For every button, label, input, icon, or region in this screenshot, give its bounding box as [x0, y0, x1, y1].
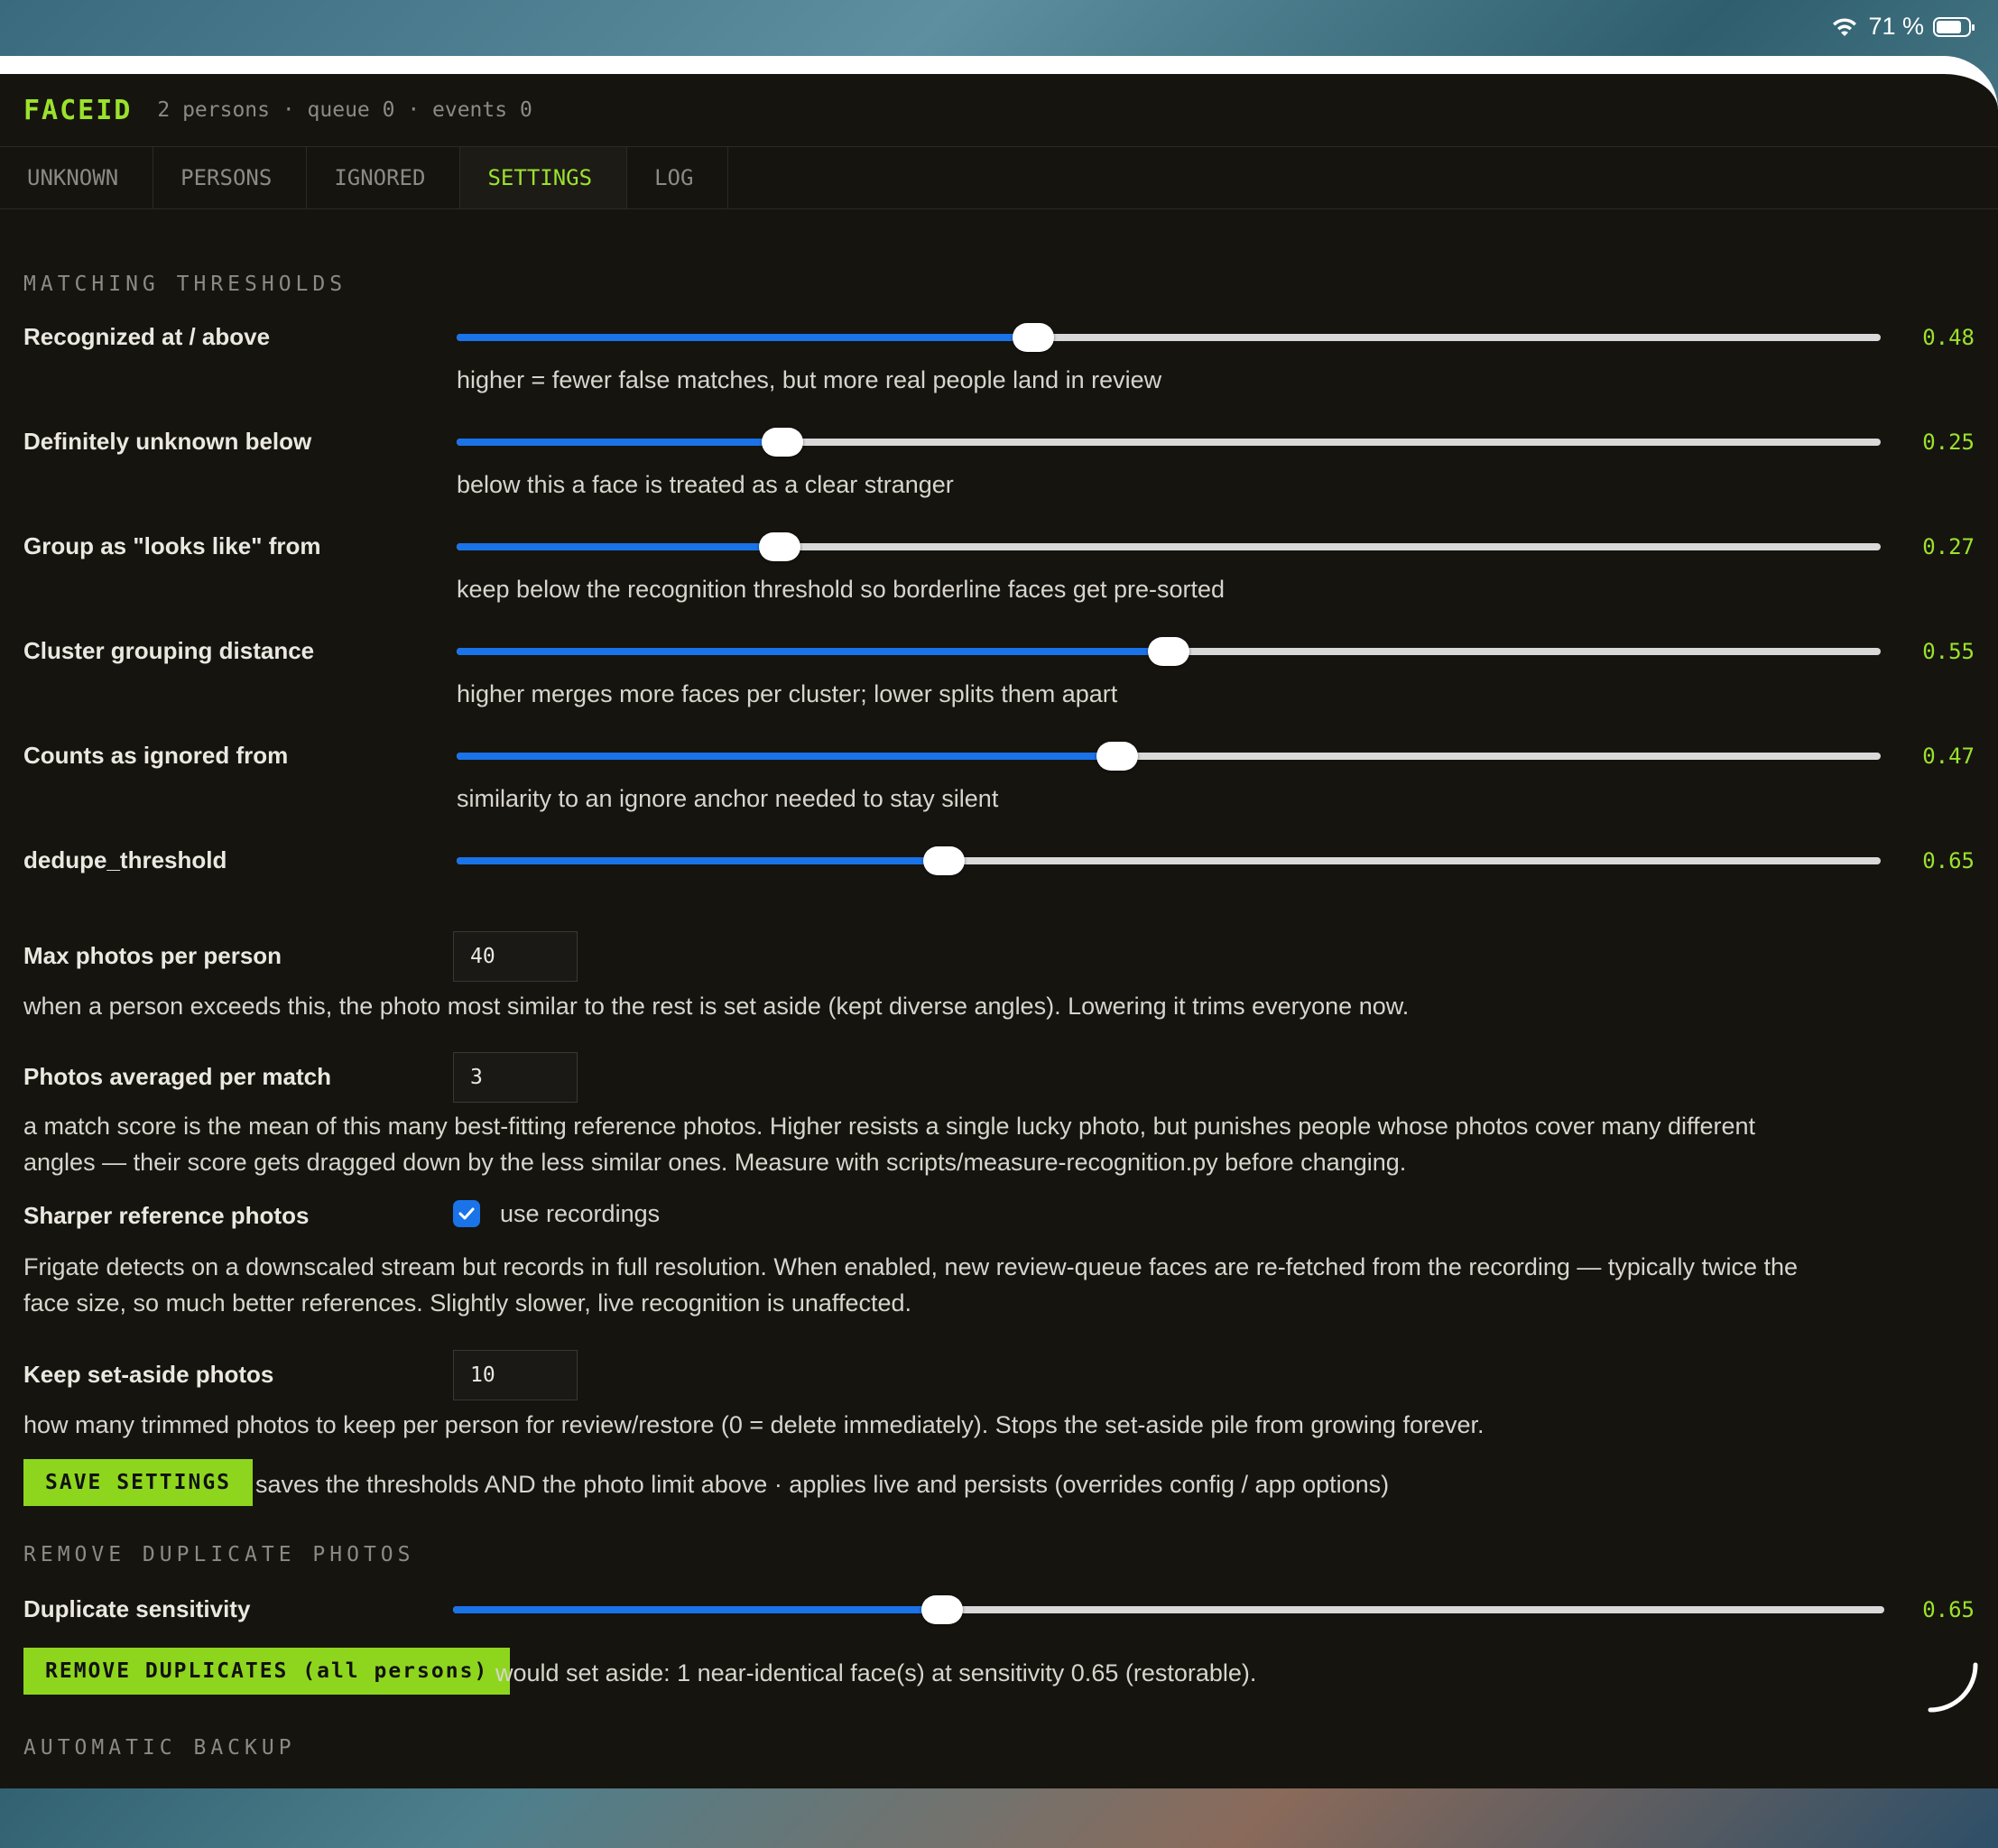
tab-ignored[interactable]: IGNORED: [307, 147, 461, 208]
keep-aside-help: how many trimmed photos to keep per pers…: [23, 1411, 1485, 1438]
app-window: FACEID 2 persons · queue 0 · events 0 UN…: [0, 56, 1998, 1788]
duplicate-sensitivity-value: 0.65: [1922, 1597, 1975, 1622]
tab-log[interactable]: LOG: [627, 147, 729, 208]
max-photos-label: Max photos per person: [23, 942, 282, 969]
duplicate-sensitivity-label: Duplicate sensitivity: [23, 1595, 251, 1622]
remove-duplicates-button[interactable]: REMOVE DUPLICATES (all persons): [23, 1648, 511, 1695]
photos-avg-help-2: angles — their score gets dragged down b…: [23, 1149, 1407, 1176]
wallpaper-strip: [0, 1788, 1998, 1848]
threshold-label: Cluster grouping distance: [23, 637, 315, 664]
threshold-help: keep below the recognition threshold so …: [457, 576, 1226, 603]
header-stats: 2 persons · queue 0 · events 0: [157, 98, 532, 122]
threshold-slider[interactable]: [457, 323, 1881, 352]
photos-avg-input[interactable]: 3: [453, 1052, 578, 1103]
keep-aside-label: Keep set-aside photos: [23, 1361, 274, 1388]
threshold-value: 0.65: [1922, 848, 1975, 873]
threshold-value: 0.47: [1922, 744, 1975, 769]
duplicate-sensitivity-slider[interactable]: [453, 1595, 1884, 1624]
threshold-label: Recognized at / above: [23, 323, 271, 350]
slider-fill: [457, 334, 1034, 341]
slider-fill: [457, 857, 944, 864]
tab-bar: UNKNOWN PERSONS IGNORED SETTINGS LOG: [0, 147, 1998, 209]
threshold-value: 0.25: [1922, 430, 1975, 455]
threshold-value: 0.55: [1922, 639, 1975, 664]
threshold-slider[interactable]: [457, 428, 1881, 457]
sharper-label: Sharper reference photos: [23, 1202, 310, 1229]
slider-fill: [457, 753, 1118, 760]
sharper-help-2: face size, so much better references. Sl…: [23, 1289, 911, 1317]
threshold-slider[interactable]: [457, 637, 1881, 666]
threshold-label: dedupe_threshold: [23, 846, 227, 873]
threshold-value: 0.48: [1922, 325, 1975, 350]
section-heading-thresholds: MATCHING THRESHOLDS: [23, 273, 347, 296]
threshold-help: below this a face is treated as a clear …: [457, 471, 954, 498]
threshold-value: 0.27: [1922, 534, 1975, 559]
section-heading-backup: AUTOMATIC BACKUP: [23, 1736, 296, 1760]
slider-fill: [453, 1606, 943, 1613]
slider-handle[interactable]: [762, 428, 804, 457]
threshold-help: higher = fewer false matches, but more r…: [457, 366, 1162, 393]
slider-fill: [457, 543, 781, 550]
use-recordings-label: use recordings: [500, 1200, 661, 1227]
max-photos-help: when a person exceeds this, the photo mo…: [23, 993, 1410, 1020]
battery-icon: [1933, 16, 1975, 37]
photos-avg-help-1: a match score is the mean of this many b…: [23, 1113, 1756, 1140]
slider-handle[interactable]: [1013, 323, 1055, 352]
max-photos-input[interactable]: 40: [453, 931, 578, 982]
status-bar: 71 %: [0, 0, 1998, 56]
remove-duplicates-note: would set aside: 1 near-identical face(s…: [495, 1659, 1257, 1686]
slider-handle[interactable]: [921, 1595, 964, 1624]
battery-percent: 71 %: [1868, 13, 1924, 40]
corner-resize-icon: [1928, 1662, 1978, 1713]
keep-aside-input[interactable]: 10: [453, 1350, 578, 1400]
status-indicators: 71 %: [1830, 13, 1975, 41]
slider-fill: [457, 648, 1169, 655]
slider-handle[interactable]: [1148, 637, 1189, 666]
sharper-help-1: Frigate detects on a downscaled stream b…: [23, 1253, 1798, 1280]
slider-handle[interactable]: [1096, 742, 1139, 771]
save-settings-note: saves the thresholds AND the photo limit…: [255, 1471, 1390, 1498]
use-recordings-checkbox[interactable]: [453, 1200, 480, 1227]
settings-panel: MATCHING THRESHOLDS Recognized at / abov…: [0, 209, 1998, 1760]
threshold-help: similarity to an ignore anchor needed to…: [457, 785, 999, 812]
threshold-help: higher merges more faces per cluster; lo…: [457, 680, 1118, 707]
threshold-slider[interactable]: [457, 846, 1881, 875]
slider-handle[interactable]: [759, 532, 801, 561]
checkmark-icon: [458, 1207, 475, 1220]
threshold-slider[interactable]: [457, 532, 1881, 561]
photos-avg-label: Photos averaged per match: [23, 1063, 331, 1090]
section-heading-duplicates: REMOVE DUPLICATE PHOTOS: [23, 1543, 415, 1566]
tab-persons[interactable]: PERSONS: [153, 147, 308, 208]
wifi-icon: [1833, 17, 1857, 36]
threshold-label: Definitely unknown below: [23, 428, 312, 455]
brand-title: FACEID: [23, 94, 133, 126]
header: FACEID 2 persons · queue 0 · events 0: [0, 74, 1998, 147]
tab-settings[interactable]: SETTINGS: [460, 147, 628, 208]
slider-fill: [457, 439, 783, 446]
save-settings-button[interactable]: SAVE SETTINGS: [23, 1459, 254, 1506]
slider-handle[interactable]: [922, 846, 965, 875]
threshold-slider[interactable]: [457, 742, 1881, 771]
tab-unknown[interactable]: UNKNOWN: [0, 147, 154, 208]
threshold-label: Counts as ignored from: [23, 742, 289, 769]
threshold-label: Group as "looks like" from: [23, 532, 321, 559]
